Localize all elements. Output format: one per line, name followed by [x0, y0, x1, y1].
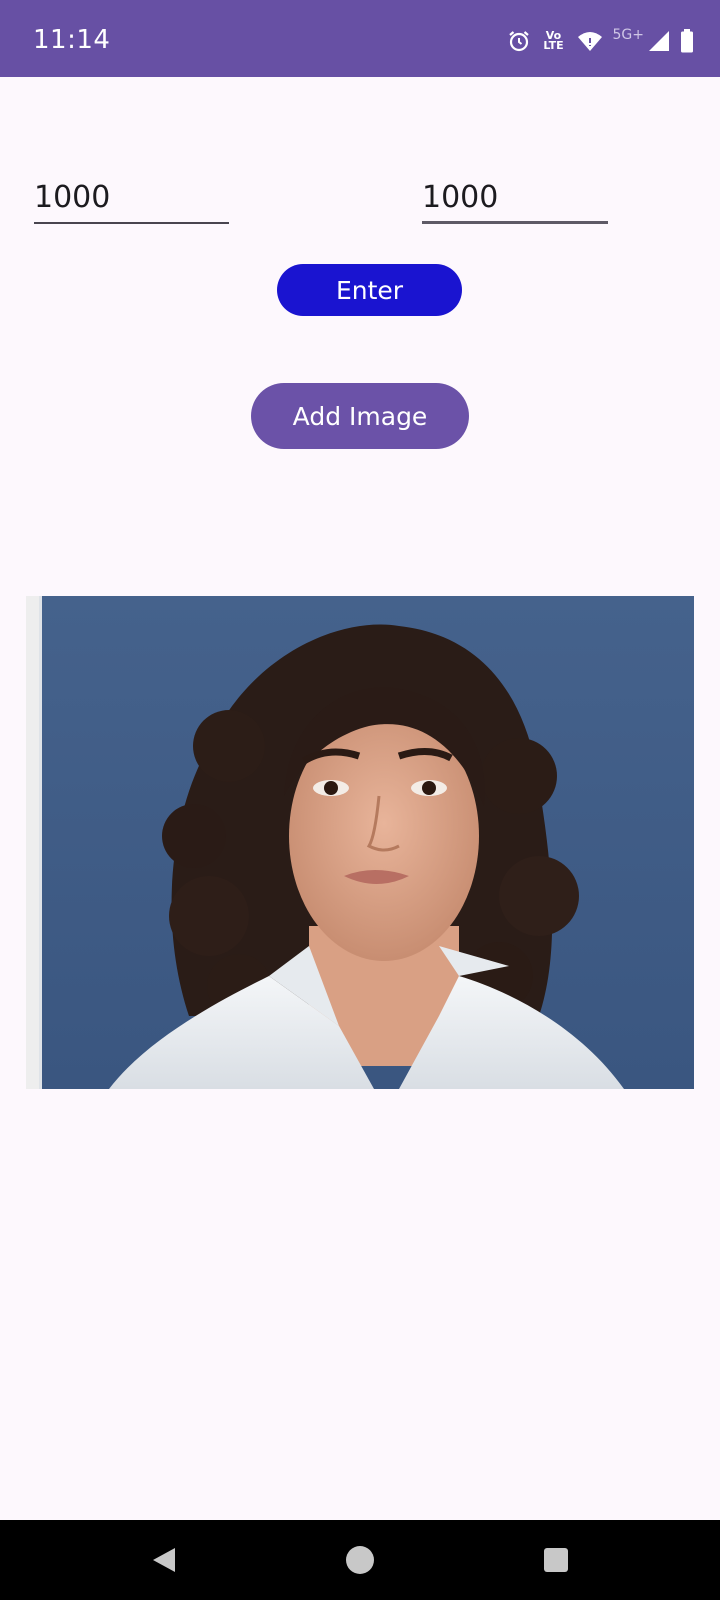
back-icon	[153, 1548, 175, 1572]
width-input-value: 1000	[34, 180, 111, 215]
recents-icon	[544, 1548, 568, 1572]
portrait-photo	[39, 596, 694, 1089]
signal-icon	[648, 30, 670, 52]
enter-button-label: Enter	[335, 275, 404, 305]
battery-icon	[680, 29, 694, 53]
height-input-value: 1000	[422, 180, 499, 215]
image-preview	[26, 596, 694, 1089]
alarm-icon	[507, 29, 531, 53]
add-image-button-label: Add Image	[292, 401, 428, 431]
back-button[interactable]	[124, 1520, 204, 1600]
status-bar: 11:14 Vo LTE 5G+	[0, 0, 720, 77]
enter-button[interactable]: Enter	[277, 264, 462, 316]
home-icon	[346, 1546, 374, 1574]
status-time: 11:14	[33, 25, 111, 55]
network-label: 5G+	[612, 27, 645, 43]
navigation-bar	[0, 1520, 720, 1600]
height-input[interactable]: 1000	[422, 178, 608, 224]
volte-bottom-label: LTE	[543, 39, 564, 52]
add-image-button[interactable]: Add Image	[251, 383, 469, 449]
volte-icon: Vo LTE	[541, 30, 567, 52]
home-button[interactable]	[320, 1520, 400, 1600]
width-input[interactable]: 1000	[34, 178, 229, 224]
wifi-icon	[577, 30, 603, 52]
status-icons: Vo LTE 5G+	[507, 26, 695, 56]
recents-button[interactable]	[516, 1520, 596, 1600]
